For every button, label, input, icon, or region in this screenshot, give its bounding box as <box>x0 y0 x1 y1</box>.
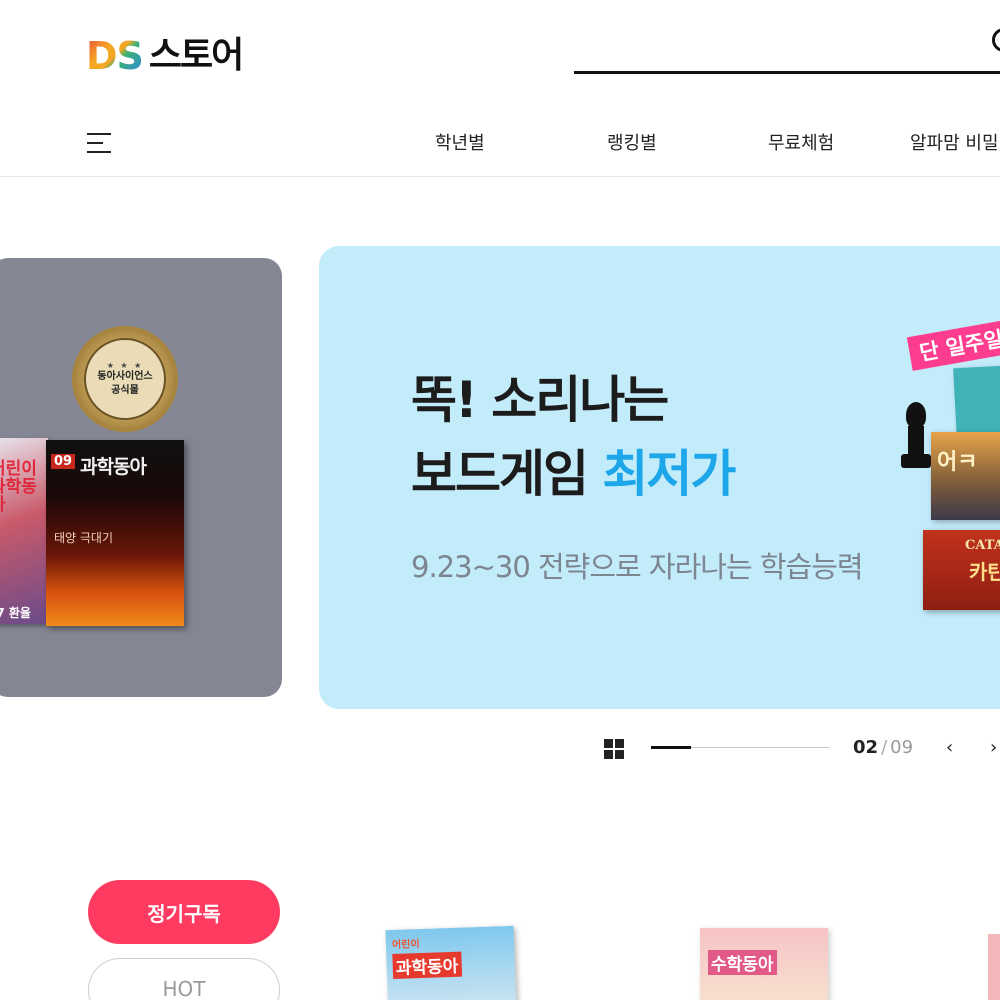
official-store-seal: ★ ★ ★ 동아사이언스 공식몰 <box>72 326 178 432</box>
ds-store-logo[interactable]: DS 스토어 <box>86 34 244 78</box>
slide-progress-fill <box>651 746 691 749</box>
slide-progress-bar <box>651 746 830 749</box>
banner-promo-tag: 단 일주일 <box>906 319 1000 371</box>
banner-headline-accent: 최저가 <box>602 445 736 503</box>
banner-headline-1: 똑! 소리나는 <box>411 371 669 429</box>
hamburger-menu-icon[interactable] <box>87 131 113 155</box>
nav-item-grade[interactable]: 학년별 <box>435 131 485 157</box>
nav-item-free-trial[interactable]: 무료체험 <box>768 131 834 157</box>
tab-hot[interactable]: HOT <box>88 958 280 1000</box>
grid-view-icon[interactable] <box>604 739 625 759</box>
nav-item-alphamom[interactable]: 알파맘 비밀 <box>910 131 999 157</box>
banner-headline-2: 보드게임 최저가 <box>411 445 736 503</box>
boardgame-box-catan: CATAN 카탄 <box>923 530 1000 610</box>
nav-divider <box>0 176 1000 177</box>
logo-mark: DS <box>86 34 144 78</box>
slide-counter: 02/09 <box>853 737 914 758</box>
logo-text: 스토어 <box>148 35 244 76</box>
banner-subtitle: 9.23~30 전략으로 자라나는 학습능력 <box>411 550 864 584</box>
slide-previous[interactable]: ★ ★ ★ 동아사이언스 공식몰 어린이 과학동아 17 환율 09 과학동아 … <box>0 258 282 697</box>
search-icon[interactable] <box>992 28 1000 52</box>
chess-bishop-image <box>899 402 933 472</box>
magazine-cover-kids-science: 어린이 과학동아 17 환율 <box>0 438 48 624</box>
tab-subscription[interactable]: 정기구독 <box>88 880 280 944</box>
chevron-right-icon[interactable]: › <box>990 739 1000 757</box>
nav-item-ranking[interactable]: 랭킹별 <box>607 131 657 157</box>
boardgame-box-teal <box>953 363 1000 441</box>
slide-current-banner[interactable]: 똑! 소리나는 보드게임 최저가 9.23~30 전략으로 자라나는 학습능력 … <box>319 246 1000 709</box>
magazine-cover-science-donga: 09 과학동아 태양 극대기 <box>46 440 184 626</box>
product-math-donga[interactable]: 수학동아 <box>700 928 828 1000</box>
product-third[interactable] <box>988 934 1000 1000</box>
product-kids-science-donga[interactable]: 어린이 과학동아 <box>385 925 517 1000</box>
boardgame-box-middle: 어ㅋ <box>931 432 1000 520</box>
chevron-left-icon[interactable]: ‹ <box>946 739 960 757</box>
search-input-underline[interactable] <box>574 71 1000 74</box>
